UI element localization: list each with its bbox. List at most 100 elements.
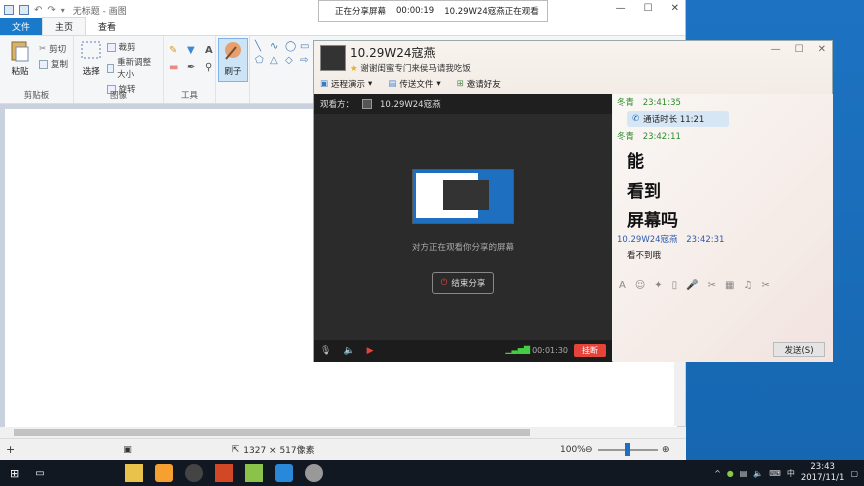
reply-message: 看不到哦 bbox=[627, 251, 662, 261]
curve-shape-icon[interactable]: ∿ bbox=[270, 41, 282, 52]
resize-button[interactable]: 重新调整大小 bbox=[106, 56, 158, 80]
image-icon[interactable]: ▦ bbox=[725, 280, 734, 291]
pencil-icon[interactable]: ✎ bbox=[169, 45, 181, 56]
sender-name: 冬青 bbox=[617, 132, 635, 142]
clock[interactable]: 23:43 2017/11/1 bbox=[801, 462, 845, 484]
voice-icon[interactable]: 🎤 bbox=[686, 280, 698, 291]
contact-name[interactable]: 10.29W24寇燕 bbox=[350, 44, 436, 61]
copy-icon bbox=[38, 59, 48, 69]
paint-app-icon bbox=[4, 5, 14, 15]
viewers-label: 观看方： bbox=[320, 100, 355, 110]
notification-icon[interactable]: ▢ bbox=[850, 469, 858, 478]
system-tray: ^ ● ▤ 🔈 ⌨ 中 23:43 2017/11/1 ▢ bbox=[714, 460, 858, 486]
crop-icon bbox=[106, 42, 116, 52]
resize-icon bbox=[106, 63, 115, 73]
cut-button[interactable]: ✂ 剪切 bbox=[39, 43, 68, 55]
star-icon: ★ bbox=[350, 64, 358, 74]
scroll-thumb[interactable] bbox=[14, 429, 530, 436]
close-button[interactable]: ✕ bbox=[671, 3, 679, 14]
tab-home[interactable]: 主页 bbox=[42, 17, 87, 35]
message-line-3: 屏幕吗 bbox=[627, 211, 678, 231]
app-icon[interactable] bbox=[154, 464, 173, 482]
quick-access-toolbar: ↶ ↷ ▾ bbox=[4, 5, 65, 16]
diamond-shape-icon[interactable]: ◇ bbox=[285, 55, 297, 66]
screen-preview bbox=[412, 169, 514, 224]
ime-icon[interactable]: ⌨ bbox=[769, 469, 781, 478]
zoom-in-icon[interactable]: ⊕ bbox=[662, 445, 670, 455]
ime-mode[interactable]: 中 bbox=[787, 468, 795, 479]
polygon-shape-icon[interactable]: ⬠ bbox=[255, 55, 267, 66]
security-icon[interactable]: ● bbox=[727, 469, 734, 478]
save-icon[interactable] bbox=[19, 5, 29, 15]
paste-icon bbox=[11, 41, 29, 62]
zoom-slider-thumb[interactable] bbox=[625, 443, 630, 456]
window-title: 无标题 - 画图 bbox=[72, 6, 127, 17]
clipboard-group-label: 剪贴板 bbox=[23, 91, 50, 101]
select-label: 选择 bbox=[82, 67, 100, 77]
oval-shape-icon[interactable]: ◯ bbox=[285, 41, 297, 52]
brush-button[interactable]: 刷子 bbox=[218, 38, 248, 82]
hangup-button[interactable]: 挂断 bbox=[574, 344, 606, 357]
tab-file[interactable]: 文件 bbox=[0, 18, 43, 35]
copy-button[interactable]: 复制 bbox=[38, 58, 68, 70]
add-icon[interactable]: + bbox=[6, 443, 15, 456]
invite-friend-button[interactable]: ⊞ 邀请好友 bbox=[457, 78, 501, 90]
remote-demo-button[interactable]: ▣ 远程演示 ▾ bbox=[320, 78, 372, 90]
camera-off-icon[interactable]: ▶ bbox=[367, 346, 374, 356]
message-time: 23:41:35 bbox=[642, 98, 681, 108]
line-shape-icon[interactable]: ╲ bbox=[255, 41, 267, 52]
zoom-level: 100% bbox=[560, 444, 586, 455]
arrow-shape-icon[interactable]: ⇨ bbox=[300, 55, 312, 66]
rect-shape-icon[interactable]: ▭ bbox=[300, 41, 312, 52]
file-explorer-icon[interactable] bbox=[124, 464, 143, 482]
maximize-button[interactable]: ☐ bbox=[644, 3, 653, 14]
share-time: 00:00:19 bbox=[396, 6, 435, 16]
speaker-icon[interactable]: 🔈 bbox=[343, 346, 354, 356]
message-time: 23:42:11 bbox=[642, 132, 681, 142]
music-icon[interactable]: ♫ bbox=[743, 280, 752, 291]
volume-icon[interactable]: 🔈 bbox=[753, 469, 763, 478]
crop-label: 裁剪 bbox=[118, 43, 136, 53]
horizontal-scrollbar[interactable] bbox=[0, 427, 686, 438]
qq-icon[interactable] bbox=[184, 464, 203, 482]
screenshot-icon[interactable]: ✂ bbox=[708, 280, 716, 291]
browser-icon[interactable] bbox=[304, 464, 323, 482]
crop-button[interactable]: 裁剪 bbox=[106, 41, 158, 53]
screen-share-panel: 观看方： 10.29W24寇燕 对方正在观看你分享的屏幕 ⏻ 结束分享 🎙 🔈 … bbox=[314, 94, 612, 362]
color-picker-icon[interactable]: ✒ bbox=[187, 62, 199, 73]
send-button[interactable]: 发送(S) bbox=[773, 342, 825, 357]
qq-close-button[interactable]: ✕ bbox=[818, 44, 826, 55]
end-share-label: 结束分享 bbox=[451, 279, 486, 289]
microphone-icon[interactable]: 🎙 bbox=[320, 346, 331, 356]
end-share-button[interactable]: ⏻ 结束分享 bbox=[432, 272, 494, 294]
more-icon[interactable]: ✂ bbox=[761, 280, 769, 291]
send-file-button[interactable]: ▤ 传送文件 ▾ bbox=[388, 78, 440, 90]
fill-icon[interactable]: ▼ bbox=[187, 45, 199, 56]
shake-icon[interactable]: ▯ bbox=[672, 280, 678, 291]
chat-app-icon[interactable] bbox=[274, 464, 293, 482]
emoji-icon[interactable]: ☺ bbox=[635, 280, 645, 291]
font-icon[interactable]: A bbox=[619, 280, 626, 291]
qq-maximize-button[interactable]: ☐ bbox=[795, 44, 804, 55]
eraser-icon[interactable]: ▬ bbox=[169, 62, 181, 73]
zoom-out-icon[interactable]: ⊖ bbox=[585, 445, 593, 455]
network-icon[interactable]: ▤ bbox=[740, 469, 748, 478]
undo-icon[interactable]: ↶ bbox=[34, 5, 42, 16]
powerpoint-icon[interactable] bbox=[214, 464, 233, 482]
task-view-icon[interactable]: ▭ bbox=[35, 468, 44, 479]
tab-view[interactable]: 查看 bbox=[86, 18, 128, 35]
start-icon[interactable]: ⊞ bbox=[10, 467, 19, 480]
power-icon: ⏻ bbox=[440, 278, 448, 288]
clock-date: 2017/11/1 bbox=[800, 473, 845, 483]
qq-minimize-button[interactable]: — bbox=[771, 44, 781, 55]
magic-icon[interactable]: ✦ bbox=[654, 280, 662, 291]
minimize-button[interactable]: — bbox=[616, 3, 626, 14]
taskbar: ⊞ ▭ ^ ● ▤ 🔈 ⌨ 中 23:43 2017/11/1 ▢ bbox=[0, 460, 864, 486]
avatar[interactable] bbox=[320, 45, 346, 71]
notes-icon[interactable] bbox=[244, 464, 263, 482]
customize-arrow-icon[interactable]: ▾ bbox=[61, 6, 65, 15]
triangle-shape-icon[interactable]: △ bbox=[270, 55, 282, 66]
redo-icon[interactable]: ↷ bbox=[47, 5, 55, 16]
tray-arrow-icon[interactable]: ^ bbox=[714, 469, 721, 478]
call-controls: 🎙 🔈 ▶ ▁▃▅▇ 00:01:30 挂断 bbox=[314, 340, 612, 362]
